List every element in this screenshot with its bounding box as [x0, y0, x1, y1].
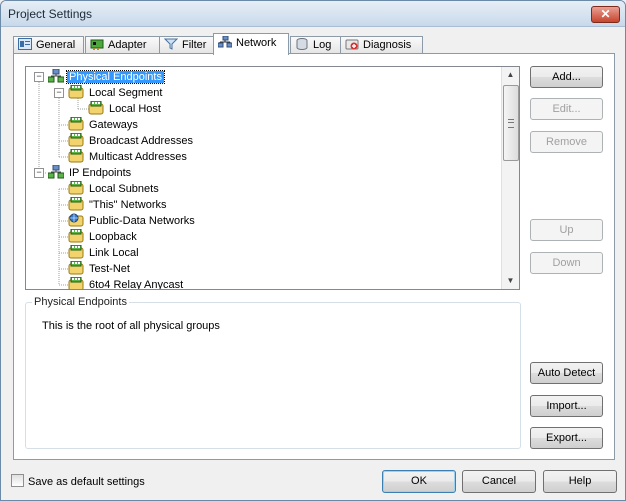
tree-item-label: Loopback	[89, 231, 137, 243]
tab-filter[interactable]: Filter	[159, 36, 221, 54]
multicast-icon	[68, 149, 84, 163]
tree-item-multicast-addresses[interactable]: Multicast Addresses	[68, 149, 189, 165]
subnet-icon	[68, 277, 84, 289]
scroll-down-arrow-icon[interactable]: ▼	[502, 273, 519, 289]
gateways-icon	[68, 117, 84, 131]
tree-item-broadcast-addresses[interactable]: Broadcast Addresses	[68, 133, 195, 149]
network-tree[interactable]: Physical Endpoints − Local Segment − Local H…	[25, 66, 520, 290]
tree-item-ip-endpoints[interactable]: IP Endpoints	[48, 165, 133, 181]
scroll-up-arrow-icon[interactable]: ▲	[502, 67, 519, 83]
tree-item-label: Physical Endpoints	[66, 70, 165, 84]
network-tab-panel: Physical Endpoints − Local Segment − Local H…	[13, 53, 615, 460]
tab-filter-label: Filter	[182, 39, 207, 51]
physical-endpoints-icon	[48, 69, 64, 83]
tree-item-physical-endpoints[interactable]: Physical Endpoints	[48, 69, 165, 85]
subnet-icon	[68, 261, 84, 275]
tree-item-label: Gateways	[89, 119, 138, 131]
general-icon	[18, 38, 32, 50]
edit-button[interactable]: Edit...	[530, 98, 603, 120]
tab-diagnosis[interactable]: Diagnosis	[340, 36, 423, 54]
log-icon	[296, 38, 308, 50]
tree-item-label: Link Local	[89, 247, 139, 259]
title-bar[interactable]: Project Settings ✕	[1, 1, 625, 27]
project-settings-window: Project Settings ✕ General Adapter Filte…	[0, 0, 626, 501]
checkbox-box[interactable]	[11, 474, 24, 487]
tab-diagnosis-label: Diagnosis	[363, 39, 412, 51]
tree-item-public-data-networks[interactable]: Public-Data Networks	[68, 213, 197, 229]
close-button[interactable]: ✕	[591, 6, 620, 23]
tree-item-label: IP Endpoints	[69, 167, 132, 179]
tab-adapter-label: Adapter	[108, 39, 147, 51]
help-button[interactable]: Help	[543, 470, 617, 493]
subnet-icon	[68, 181, 84, 195]
tree-item-label: "This" Networks	[89, 199, 167, 211]
tree-item-label: 6to4 Relay Anycast	[89, 279, 184, 290]
public-network-icon	[68, 213, 84, 227]
tree-expander-physical-endpoints[interactable]: −	[34, 72, 44, 82]
subnet-icon	[68, 197, 84, 211]
tree-item-loopback[interactable]: Loopback	[68, 229, 139, 245]
export-button[interactable]: Export...	[530, 427, 603, 449]
auto-detect-button[interactable]: Auto Detect	[530, 362, 603, 384]
add-button[interactable]: Add...	[530, 66, 603, 88]
tree-scrollbar[interactable]: ▲ ▼	[501, 67, 519, 289]
tree-item-local-segment[interactable]: Local Segment	[68, 85, 164, 101]
tab-adapter[interactable]: Adapter	[85, 36, 161, 54]
tree-item-local-subnets[interactable]: Local Subnets	[68, 181, 161, 197]
tab-log-label: Log	[313, 39, 332, 51]
import-button[interactable]: Import...	[530, 395, 603, 417]
tree-item-label: Local Host	[109, 103, 161, 115]
scroll-grip-icon	[508, 119, 514, 128]
save-default-checkbox[interactable]: Save as default settings	[11, 474, 145, 488]
description-text: This is the root of all physical groups	[42, 320, 220, 332]
save-default-label: Save as default settings	[28, 476, 145, 488]
filter-icon	[164, 38, 178, 50]
cancel-button[interactable]: Cancel	[462, 470, 536, 493]
tree-item-link-local[interactable]: Link Local	[68, 245, 141, 261]
tree-expander-local-segment[interactable]: −	[54, 88, 64, 98]
local-host-icon	[88, 101, 104, 115]
tree-item-label: Local Subnets	[89, 183, 159, 195]
tree-item-label: Broadcast Addresses	[89, 135, 193, 147]
subnet-icon	[68, 229, 84, 243]
tree-item-label: Test-Net	[89, 263, 130, 275]
remove-button[interactable]: Remove	[530, 131, 603, 153]
broadcast-icon	[68, 133, 84, 147]
tree-item-this-networks[interactable]: "This" Networks	[68, 197, 169, 213]
tree-item-label: Local Segment	[89, 87, 163, 99]
description-title: Physical Endpoints	[32, 296, 129, 308]
tree-item-6to4-relay-anycast[interactable]: 6to4 Relay Anycast	[68, 277, 185, 290]
tree-expander-ip-endpoints[interactable]: −	[34, 168, 44, 178]
subnet-icon	[68, 245, 84, 259]
tab-general[interactable]: General	[13, 36, 84, 54]
adapter-icon	[90, 39, 104, 50]
tab-network[interactable]: Network	[213, 33, 289, 55]
diagnosis-icon	[345, 39, 359, 50]
tab-network-label: Network	[236, 37, 277, 49]
tab-general-label: General	[36, 39, 76, 51]
tree-item-label: Multicast Addresses	[89, 151, 187, 163]
down-button[interactable]: Down	[530, 252, 603, 274]
ok-button[interactable]: OK	[382, 470, 456, 493]
local-segment-icon	[68, 85, 84, 99]
network-icon	[218, 36, 232, 48]
tab-log[interactable]: Log	[290, 36, 343, 54]
tree-item-local-host[interactable]: Local Host	[88, 101, 163, 117]
description-group: Physical Endpoints This is the root of a…	[25, 296, 521, 449]
up-button[interactable]: Up	[530, 219, 603, 241]
tree-item-label: Public-Data Networks	[89, 215, 195, 227]
tree-item-gateways[interactable]: Gateways	[68, 117, 140, 133]
ip-endpoints-icon	[48, 165, 64, 179]
tree-item-test-net[interactable]: Test-Net	[68, 261, 132, 277]
scroll-thumb[interactable]	[503, 85, 519, 161]
window-title: Project Settings	[8, 7, 93, 21]
